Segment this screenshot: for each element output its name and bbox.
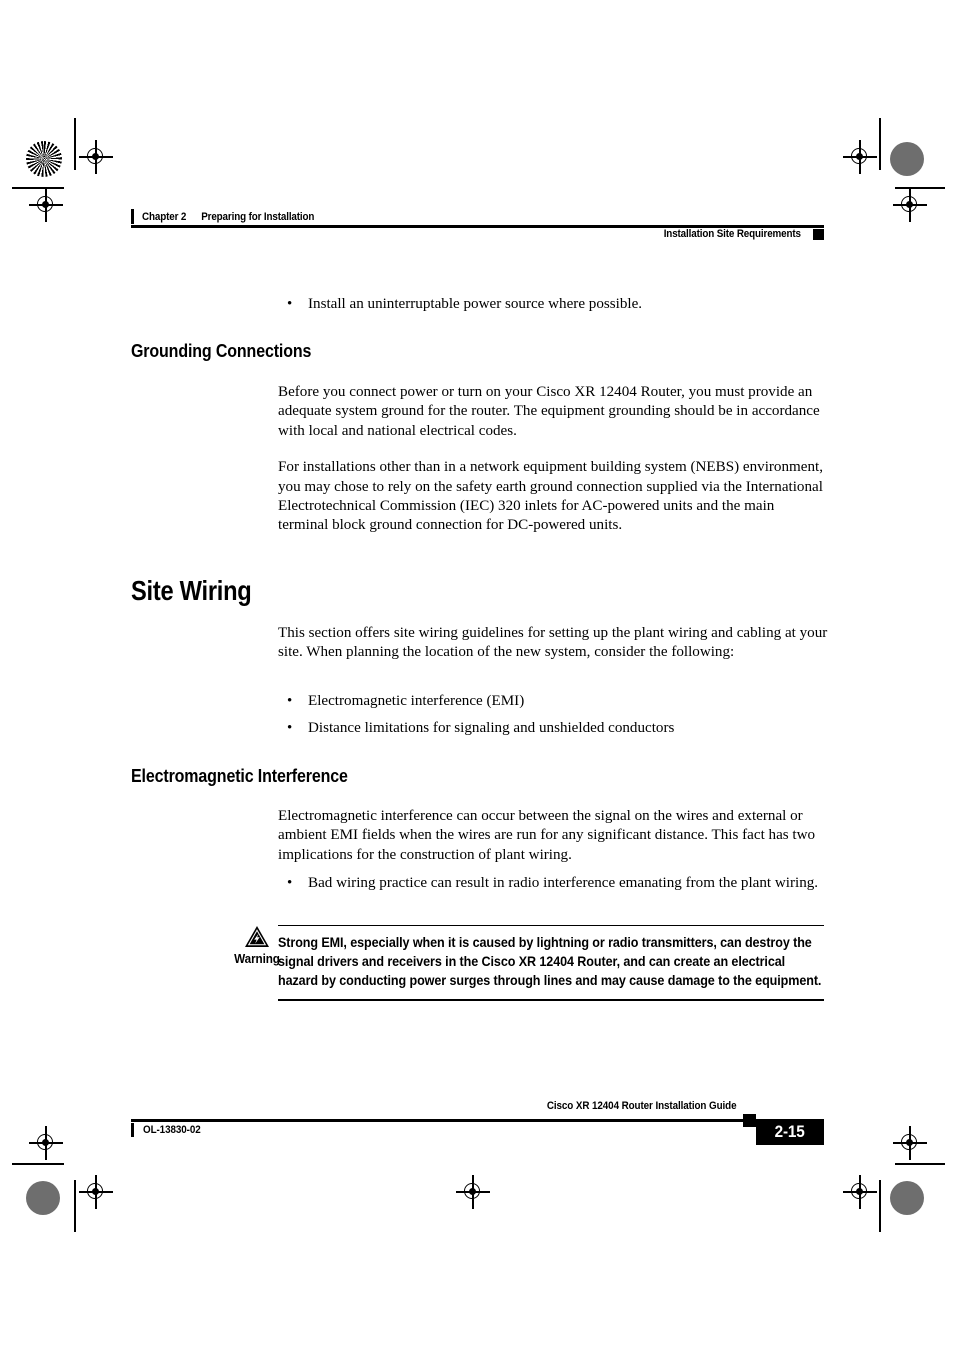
heading-electromagnetic-interference: Electromagnetic Interference [131, 765, 348, 786]
bullet-glyph-icon: • [287, 692, 293, 709]
heading-site-wiring: Site Wiring [131, 575, 252, 606]
warning-rule-bottom [278, 999, 824, 1001]
gray-density-dot-top-right [890, 142, 924, 176]
registration-mark-top-left [79, 140, 113, 174]
list-item: • Electromagnetic interference (EMI) [278, 692, 830, 711]
grounding-paragraph-1: Before you connect power or turn on your… [278, 384, 820, 439]
warning-triangle-lightning-icon [245, 926, 269, 947]
intro-bullet-list-block: • Install an uninterruptable power sourc… [278, 295, 824, 314]
registration-mark-bottom-left [79, 1175, 113, 1209]
intro-bullet-list: • Install an uninterruptable power sourc… [278, 295, 824, 314]
bullet-glyph-icon: • [287, 295, 293, 312]
registration-mark-upper-right [893, 188, 927, 222]
trim-line-lower-left-horizontal [12, 1163, 64, 1165]
emi-bullet-list: • Bad wiring practice can result in radi… [278, 874, 830, 893]
registration-mark-upper-left [29, 188, 63, 222]
warning-text: Strong EMI, especially when it is caused… [278, 935, 822, 988]
trim-line-bottom-left-vertical [74, 1180, 76, 1232]
trim-line-bottom-right-vertical [879, 1180, 881, 1232]
header-section-title: Installation Site Requirements [663, 228, 801, 240]
header-section-group: Installation Site Requirements [645, 228, 824, 241]
footer-page-number-box: 2-15 [756, 1119, 824, 1145]
header-chapter-label: Chapter 2 Preparing for Installation [142, 211, 314, 224]
heading-grounding-connections: Grounding Connections [131, 340, 312, 361]
gray-density-dot-bottom-left [26, 1181, 60, 1215]
footer-page-number: 2-15 [775, 1122, 805, 1141]
list-item-text: Distance limitations for signaling and u… [308, 720, 675, 737]
emi-bullets-block: • Bad wiring practice can result in radi… [278, 874, 830, 893]
footer-guide-title: Cisco XR 12404 Router Installation Guide [546, 1100, 736, 1112]
running-header: Chapter 2 Preparing for Installation Inst… [131, 208, 824, 240]
emi-body-block: Electromagnetic interference can occur b… [278, 807, 830, 865]
list-item: • Bad wiring practice can result in radi… [278, 874, 830, 893]
bullet-glyph-icon: • [287, 719, 293, 736]
header-chapter-title: Preparing for Installation [201, 211, 315, 223]
grounding-paragraph-2: For installations other than in a networ… [278, 459, 823, 534]
footer-rule [131, 1119, 756, 1122]
site-wiring-bullet-list: • Electromagnetic interference (EMI) • D… [278, 692, 830, 739]
gray-density-dot-bottom-right [890, 1181, 924, 1215]
registration-mark-bottom-center-right [843, 1175, 877, 1209]
footer-left-group: OL-13830-02 [131, 1123, 209, 1137]
halftone-star-target-top-left [26, 141, 62, 177]
registration-mark-top-right [843, 140, 877, 174]
header-accent-bar [131, 209, 135, 224]
bullet-glyph-icon: • [287, 874, 293, 891]
warning-label: Warning [234, 951, 280, 966]
emi-paragraph-1: Electromagnetic interference can occur b… [278, 808, 816, 863]
list-item-text: Bad wiring practice can result in radio … [308, 875, 819, 891]
site-wiring-body-block: This section offers site wiring guidelin… [278, 624, 830, 663]
footer-document-id: OL-13830-02 [143, 1124, 201, 1136]
site-wiring-bullets-block: • Electromagnetic interference (EMI) • D… [278, 692, 830, 739]
header-section-marker-square [813, 229, 824, 240]
trim-line-top-left-vertical [74, 118, 76, 170]
registration-mark-lower-right [893, 1126, 927, 1160]
list-item-text: Electromagnetic interference (EMI) [308, 693, 525, 709]
printed-page: Chapter 2 Preparing for Installation Inst… [0, 0, 954, 1351]
warning-body: Strong EMI, especially when it is caused… [278, 925, 824, 1001]
trim-line-lower-right-horizontal [895, 1163, 945, 1165]
registration-mark-lower-left [29, 1126, 63, 1160]
list-item-text: Install an uninterruptable power source … [308, 296, 643, 312]
grounding-body-block: Before you connect power or turn on your… [278, 383, 824, 536]
trim-line-top-right-vertical [879, 118, 881, 170]
site-wiring-paragraph-1: This section offers site wiring guidelin… [278, 625, 828, 661]
header-chapter-number: Chapter 2 [142, 211, 187, 223]
footer-accent-bar [131, 1123, 135, 1137]
registration-mark-bottom-center [456, 1175, 490, 1209]
list-item: • Install an uninterruptable power sourc… [278, 295, 824, 314]
list-item: • Distance limitations for signaling and… [278, 719, 830, 738]
